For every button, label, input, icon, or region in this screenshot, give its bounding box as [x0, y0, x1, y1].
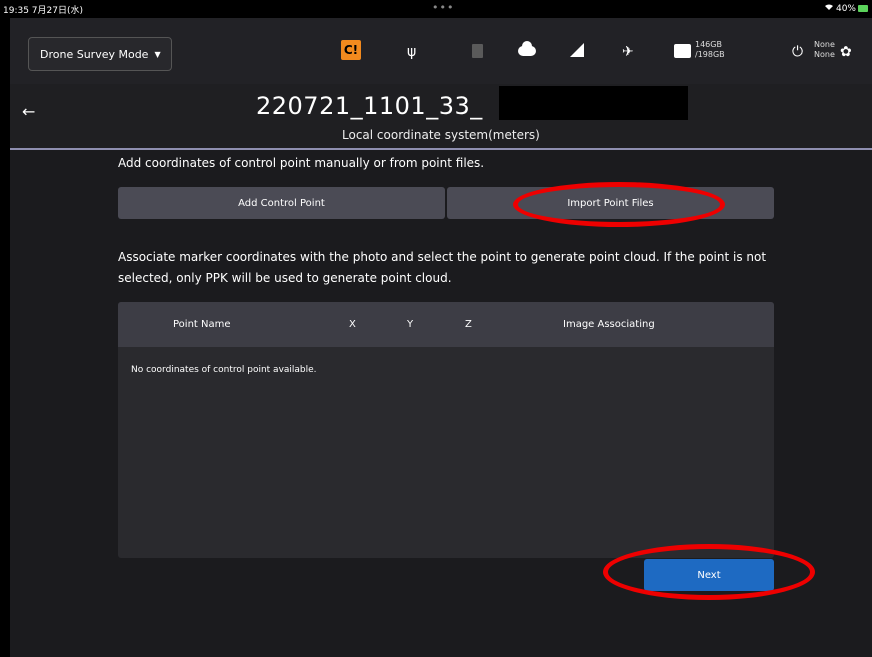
page-title: 220721_1101_33_ [256, 92, 483, 120]
warning-status-icon[interactable]: C! [341, 40, 361, 60]
usb-icon: ψ [407, 44, 417, 60]
column-z: Z [465, 319, 472, 330]
mode-dropdown[interactable]: Drone Survey Mode ▼ [28, 37, 172, 71]
annotation-circle-next [603, 544, 815, 600]
top-toolbar: Drone Survey Mode ▼ C! ψ ✈ 146GB /198GB … [10, 18, 872, 84]
storage-total: /198GB [695, 50, 725, 59]
column-x: X [349, 319, 356, 330]
empty-table-message: No coordinates of control point availabl… [131, 365, 317, 375]
signal-icon [570, 43, 584, 57]
battery-icon [858, 5, 868, 12]
back-arrow-icon[interactable]: ← [22, 102, 35, 121]
add-control-point-button[interactable]: Add Control Point [118, 187, 445, 219]
system-status-bar: 19:35 7月27日(水) ••• 40% [0, 0, 872, 18]
power-value-1: None [814, 40, 835, 49]
chevron-down-icon: ▼ [154, 49, 161, 59]
power-plug-icon: ⏻ [792, 44, 804, 60]
status-right: 40% [824, 3, 868, 14]
battery-text: 40% [835, 3, 856, 14]
settings-gear-icon[interactable]: ✿ [840, 42, 852, 62]
main-content: Add coordinates of control point manuall… [10, 152, 872, 657]
sd-card-icon [472, 44, 483, 58]
storage-folder-icon [674, 44, 691, 58]
power-value-2: None [814, 50, 835, 59]
column-image-associating: Image Associating [563, 319, 655, 330]
control-point-intro: Add coordinates of control point manuall… [118, 156, 485, 170]
coordinate-system-label: Local coordinate system(meters) [342, 128, 540, 142]
column-point-name: Point Name [173, 319, 231, 330]
multitask-dots: ••• [432, 1, 455, 14]
association-instructions: Associate marker coordinates with the ph… [118, 250, 767, 285]
storage-readout: 146GB /198GB [695, 40, 725, 60]
wifi-icon [824, 3, 834, 14]
satellite-icon: ✈ [622, 44, 634, 60]
status-time: 19:35 7月27日(水) [3, 6, 83, 16]
control-point-table: Point Name X Y Z Image Associating No co… [118, 302, 774, 558]
cloud-icon [518, 41, 536, 56]
column-y: Y [407, 319, 414, 330]
table-header: Point Name X Y Z Image Associating [118, 302, 774, 347]
redaction-block [499, 86, 688, 120]
app-screen: Drone Survey Mode ▼ C! ψ ✈ 146GB /198GB … [10, 18, 872, 657]
annotation-circle-import [513, 182, 725, 227]
storage-used: 146GB [695, 40, 722, 49]
project-header: ← 220721_1101_33_ Local coordinate syste… [10, 84, 872, 150]
mode-dropdown-label: Drone Survey Mode [40, 47, 149, 61]
power-readout: None None [814, 40, 835, 60]
